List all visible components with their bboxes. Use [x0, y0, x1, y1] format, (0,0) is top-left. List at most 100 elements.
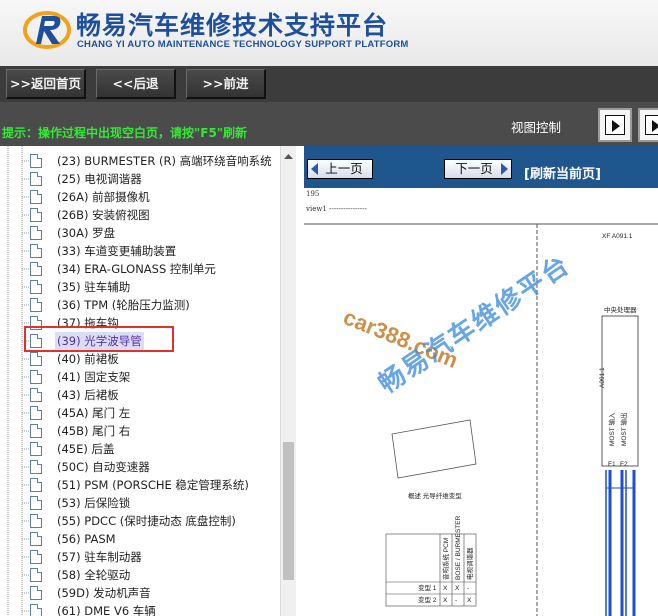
tree-item-label: (34) ERA-GLONASS 控制单元	[57, 262, 216, 276]
pin-a-label: A091.1	[599, 367, 606, 388]
fiber-wires	[605, 470, 636, 616]
view-next-button[interactable]	[598, 108, 632, 142]
view-next-button-2[interactable]	[638, 108, 658, 142]
brand-logo	[23, 11, 71, 49]
forward-button[interactable]: >>前进	[186, 69, 266, 99]
tree-item-label: (45A) 尾门 左	[57, 406, 131, 420]
play-icon	[645, 115, 658, 135]
document-icon	[30, 370, 42, 384]
document-icon	[30, 298, 42, 312]
selection-highlight-box	[24, 326, 174, 352]
f1-label: F1	[608, 461, 616, 468]
tree-item-label: (45B) 尾门 右	[57, 424, 131, 438]
tree-item-label: (58) 全轮驱动	[57, 568, 131, 582]
document-icon	[30, 154, 42, 168]
tree-item-label: (25) 电视调谐器	[57, 172, 142, 186]
wiring-diagram: XF A091.1 中央处理器 A091.1 MOST 输入 MOST 输出 F…	[304, 223, 658, 616]
tree-item-label: (57) 驻车制动器	[57, 550, 142, 564]
document-toolbar: 上一页 下一页 [刷新当前页]	[304, 146, 658, 188]
tree-item-label: (36) TPM (轮胎压力监测)	[57, 298, 190, 312]
variant-table: 音响系统 PCM BOSE / BURMESTER 电视调谐器 变型 1 X X…	[385, 515, 477, 607]
document-icon	[30, 280, 42, 294]
hint-text: 提示：操作过程中出现空白页，请按"F5"刷新	[2, 126, 248, 140]
tree-item-label: (51) PSM (PORSCHE 稳定管理系统)	[57, 478, 249, 492]
nav-bar: >>返回首页 <<后退 >>前进	[0, 66, 658, 102]
document-icon	[30, 262, 42, 276]
row-name: 变型 1	[418, 583, 437, 592]
scroll-up-icon[interactable]	[281, 149, 296, 164]
row-cell: X	[443, 585, 448, 592]
tree-item-label: (59D) 发动机声音	[57, 586, 151, 600]
view-control-label: 视图控制	[511, 120, 562, 135]
tree-item-label: (26A) 前部摄像机	[57, 190, 150, 204]
tree-item-label: (55) PDCC (保时捷动态 底盘控制)	[57, 514, 236, 528]
document-icon	[30, 208, 42, 222]
col-header-tv: 电视调谐器	[465, 547, 474, 580]
fiber-variant-label: 概述 光导纤维变型	[408, 491, 462, 500]
most-in-label: MOST 输入	[607, 412, 616, 446]
tree-item-label: (50C) 自动变速器	[57, 460, 150, 474]
col-header-bose: BOSE / BURMESTER	[455, 515, 462, 580]
row-name: 变型 2	[418, 595, 437, 604]
document-icon	[30, 586, 42, 600]
row-cell: X	[467, 597, 472, 604]
prev-page-button[interactable]: 上一页	[307, 159, 373, 179]
refresh-page-link[interactable]: [刷新当前页]	[524, 163, 601, 182]
row-cell: X	[455, 585, 460, 592]
prev-page-label: 上一页	[325, 161, 363, 176]
document-icon	[30, 244, 42, 258]
document-icon	[30, 550, 42, 564]
tree-item-label: (40) 前裙板	[57, 352, 119, 366]
document-icon	[30, 352, 42, 366]
app-header: 畅易汽车维修技术支持平台 CHANG YI AUTO MAINTENANCE T…	[0, 0, 658, 66]
controller-box	[601, 315, 639, 467]
tree-item-label: (43) 后裙板	[57, 388, 119, 402]
document-icon	[30, 388, 42, 402]
play-icon	[605, 115, 625, 135]
directory-tree: (23) BURMESTER (R) 高端环绕音响系统 (25) 电视调谐器 (26…	[0, 146, 296, 616]
central-controller-label: 中央处理器	[604, 305, 637, 314]
document-icon	[30, 460, 42, 474]
document-icon	[30, 532, 42, 546]
document-icon	[30, 604, 42, 616]
col-header-pcm: 音响系统 PCM	[441, 538, 450, 580]
tree-item-label: (26B) 安装俯视图	[57, 208, 150, 222]
document-icon	[30, 406, 42, 420]
document-icon	[30, 424, 42, 438]
next-page-button[interactable]: 下一页	[444, 159, 512, 179]
tree-scrollbar[interactable]	[280, 146, 296, 616]
document-icon	[30, 442, 42, 456]
most-out-label: MOST 输出	[619, 413, 628, 446]
home-button[interactable]: >>返回首页	[6, 69, 86, 99]
hint-bar: 提示：操作过程中出现空白页，请按"F5"刷新 视图控制	[0, 102, 658, 146]
tree-item-label: (23) BURMESTER (R) 高端环绕音响系统	[57, 154, 272, 168]
arrow-right-icon	[501, 163, 508, 175]
row-cell: X	[443, 597, 448, 604]
f2-label: F2	[620, 461, 628, 468]
scroll-thumb[interactable]	[283, 442, 294, 580]
brand-title-en: CHANG YI AUTO MAINTENANCE TECHNOLOGY SUP…	[77, 39, 409, 50]
document-viewer: 上一页 下一页 [刷新当前页] 195 view1 --------------…	[304, 146, 658, 616]
document-icon	[30, 172, 42, 186]
arrow-left-icon	[311, 163, 318, 175]
row-cell: -	[467, 585, 469, 592]
brand-title-cn: 畅易汽车维修技术支持平台	[76, 11, 389, 40]
tree-item-label: (30A) 罗盘	[57, 226, 116, 240]
row-cell: -	[455, 597, 457, 604]
document-icon	[30, 226, 42, 240]
tree-item-label: (56) PASM	[57, 532, 116, 546]
tree-item-label: (61) DME V6 车辆	[57, 604, 156, 616]
document-icon	[30, 568, 42, 582]
document-icon	[30, 190, 42, 204]
tree-item-label: (53) 后保险锁	[57, 496, 131, 510]
tree-item-label: (33) 车道变更辅助装置	[57, 244, 177, 258]
document-icon	[30, 496, 42, 510]
document-icon	[30, 514, 42, 528]
tree-item-label: (41) 固定支架	[57, 370, 131, 384]
tree-item-label: (45E) 后盖	[57, 442, 115, 456]
document-icon	[30, 478, 42, 492]
back-button[interactable]: <<后退	[96, 69, 176, 99]
fiber-photo-frame	[391, 419, 477, 479]
next-page-label: 下一页	[455, 161, 493, 176]
tree-item-label: (35) 驻车辅助	[57, 280, 131, 294]
